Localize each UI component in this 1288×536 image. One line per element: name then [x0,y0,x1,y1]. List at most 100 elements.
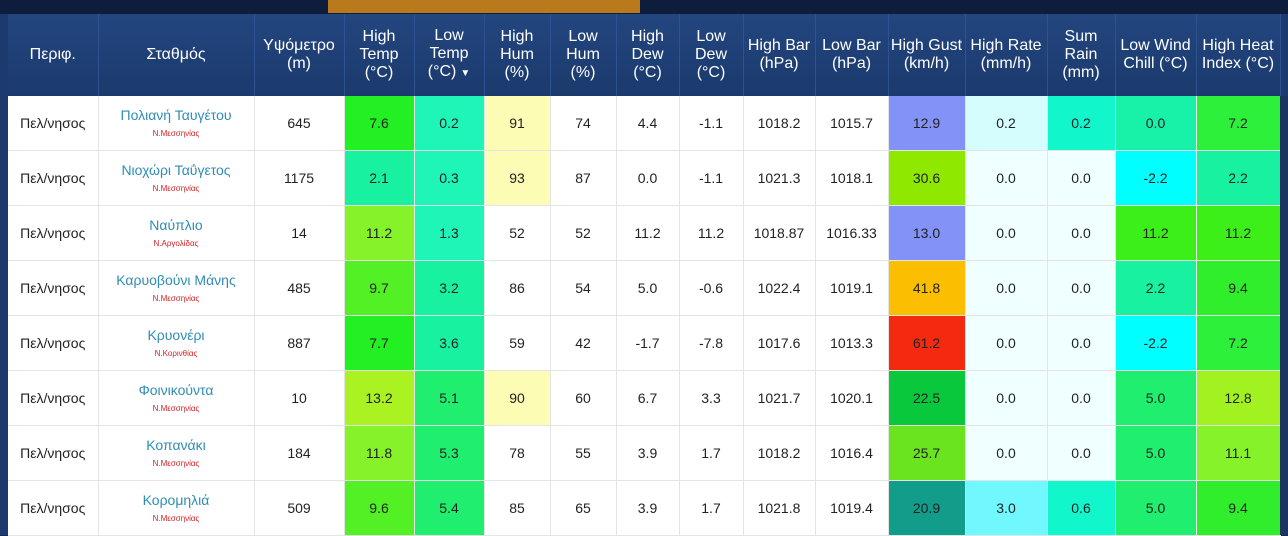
column-header-text: Περιφ. [29,46,76,63]
table-row: Πελ/νησος Κορομηλιά Ν.Μεσσηνίας 509 9.6 5.4 85… [8,480,1281,536]
column-header-low-wind-chill[interactable]: Low Wind Chill (°C) [1115,14,1197,96]
column-header-high-dew[interactable]: High Dew (°C) [616,14,680,96]
high-bar-cell: 1018.2 [743,425,816,481]
low-wind-chill-cell: -2.2 [1115,315,1197,371]
header-row: Περιφ. Σταθμός Υψόμετρο (m) High Temp (°C) Low T… [8,14,1281,96]
column-header-text: (m) [287,55,311,72]
station-name-link[interactable]: Κοπανάκι [101,436,252,454]
station-cell: Ναύπλιο Ν.Αργολίδας [98,205,255,261]
column-header-text: Υψόμετρο [263,37,335,54]
high-hum-cell: 90 [484,370,551,426]
column-header-high-rate[interactable]: High Rate (mm/h) [965,14,1048,96]
low-dew-cell: 3.3 [679,370,744,426]
column-header-low-bar[interactable]: Low Bar (hPa) [815,14,889,96]
column-header-text: High Gust [890,37,963,54]
column-header-text: Hum [566,46,600,63]
column-header-low-dew[interactable]: Low Dew (°C) [679,14,744,96]
column-header-text: High [631,28,664,45]
low-bar-cell: 1016.4 [815,425,889,481]
high-bar-cell: 1018.87 [743,205,816,261]
station-prefecture: Ν.Μεσσηνίας [152,294,200,303]
high-dew-cell: -1.7 [616,315,680,371]
active-tab-indicator[interactable] [328,0,640,13]
low-hum-cell: 54 [550,260,617,316]
high-temp-cell: 7.7 [344,315,415,371]
column-header-text: (°C) [696,64,726,81]
low-hum-cell: 55 [550,425,617,481]
station-name-link[interactable]: Φοινικούντα [101,381,252,399]
station-name-link[interactable]: Καρυοβούνι Μάνης [101,271,252,289]
low-hum-cell: 60 [550,370,617,426]
high-hum-cell: 86 [484,260,551,316]
column-header-text: High [500,28,534,45]
high-rate-cell: 0.2 [965,96,1048,151]
column-header-text: Low [434,27,464,44]
low-dew-cell: -1.1 [679,150,744,206]
column-header-high-heat-index[interactable]: High Heat Index (°C) [1196,14,1281,96]
vertical-scrollbar[interactable] [1280,96,1288,535]
high-dew-cell: 3.9 [616,425,680,481]
column-header-region[interactable]: Περιφ. [8,14,99,96]
high-heat-index-cell: 11.2 [1196,205,1281,261]
high-hum-cell: 93 [484,150,551,206]
low-dew-cell: -7.8 [679,315,744,371]
high-heat-index-cell: 2.2 [1196,150,1281,206]
high-bar-cell: 1022.4 [743,260,816,316]
low-temp-cell: 0.2 [414,96,485,151]
column-header-text: (km/h) [903,55,950,72]
column-header-low-hum[interactable]: Low Hum (%) [550,14,617,96]
station-name-link[interactable]: Κρυονέρι [101,326,252,344]
high-hum-cell: 85 [484,480,551,536]
low-hum-cell: 87 [550,150,617,206]
column-header-altitude[interactable]: Υψόμετρο (m) [254,14,345,96]
column-header-text: Dew [694,46,727,63]
high-temp-cell: 13.2 [344,370,415,426]
column-header-high-hum[interactable]: High Hum (%) [484,14,551,96]
column-header-station[interactable]: Σταθμός [98,14,255,96]
column-header-high-bar[interactable]: High Bar (hPa) [743,14,816,96]
column-header-text: Dew [631,46,664,63]
table-row: Πελ/νησος Κοπανάκι Ν.Μεσσηνίας 184 11.8 5.3 78… [8,425,1281,481]
station-name-link[interactable]: Νιοχώρι Ταΰγετος [101,161,252,179]
high-gust-cell: 25.7 [888,425,966,481]
high-dew-cell: 5.0 [616,260,680,316]
column-header-text: Rain [1064,46,1098,63]
column-header-text: Hum [500,46,534,63]
low-temp-cell: 3.6 [414,315,485,371]
high-dew-cell: 0.0 [616,150,680,206]
table-row: Πελ/νησος Ναύπλιο Ν.Αργολίδας 14 11.2 1.3 52 52… [8,205,1281,261]
station-name-link[interactable]: Πολιανή Ταυγέτου [101,106,252,124]
low-dew-cell: -1.1 [679,96,744,151]
sum-rain-cell: 0.0 [1047,260,1116,316]
low-dew-cell: 1.7 [679,480,744,536]
station-cell: Κοπανάκι Ν.Μεσσηνίας [98,425,255,481]
low-wind-chill-cell: 2.2 [1115,260,1197,316]
column-header-high-gust[interactable]: High Gust (km/h) [888,14,966,96]
table-row: Πελ/νησος Κρυονέρι Ν.Κορινθίας 887 7.7 3.6 59 4… [8,315,1281,371]
high-heat-index-cell: 7.2 [1196,96,1281,151]
region-cell: Πελ/νησος [8,205,99,261]
station-cell: Πολιανή Ταυγέτου Ν.Μεσσηνίας [98,96,255,151]
high-rate-cell: 0.0 [965,370,1048,426]
altitude-cell: 887 [254,315,345,371]
high-gust-cell: 61.2 [888,315,966,371]
high-hum-cell: 59 [484,315,551,371]
column-header-high-temp[interactable]: High Temp (°C) [344,14,415,96]
sum-rain-cell: 0.0 [1047,370,1116,426]
altitude-cell: 645 [254,96,345,151]
table-row: Πελ/νησος Καρυοβούνι Μάνης Ν.Μεσσηνίας 485 9… [8,260,1281,316]
column-header-text: Low Wind [1120,37,1191,54]
sort-desc-icon[interactable]: ▼ [460,68,470,79]
column-header-text: (°C) [633,64,662,81]
column-header-text: Low [696,28,726,45]
low-dew-cell: -0.6 [679,260,744,316]
column-header-text: High Heat [1202,37,1274,54]
table-row: Πελ/νησος Νιοχώρι Ταΰγετος Ν.Μεσσηνίας 1175… [8,150,1281,206]
high-rate-cell: 0.0 [965,205,1048,261]
station-name-link[interactable]: Ναύπλιο [101,216,252,234]
high-temp-cell: 11.2 [344,205,415,261]
station-prefecture: Ν.Κορινθίας [154,349,198,358]
column-header-low-temp[interactable]: Low Temp (°C) ▼ [414,14,485,96]
column-header-sum-rain[interactable]: Sum Rain (mm) [1047,14,1116,96]
station-name-link[interactable]: Κορομηλιά [101,491,252,509]
